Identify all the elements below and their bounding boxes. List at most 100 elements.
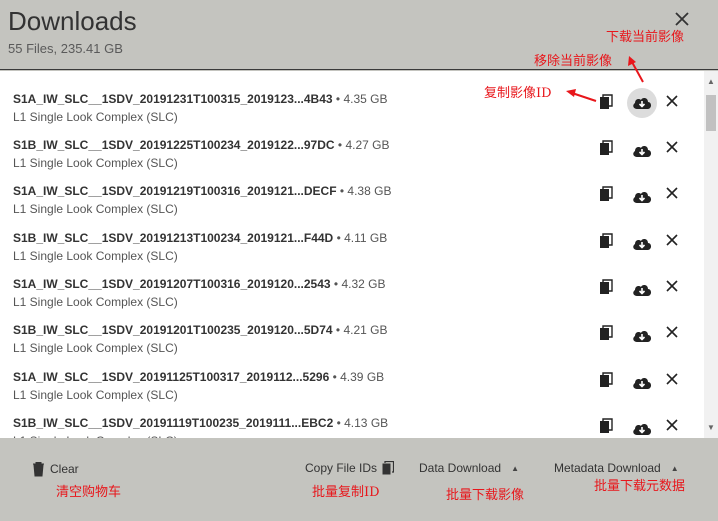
cloud-download-icon — [633, 284, 652, 296]
file-size: • 4.13 GB — [336, 416, 389, 430]
list-scrollbar[interactable]: ▲ ▼ — [704, 71, 718, 438]
file-name: S1A_IW_SLC__1SDV_20191231T100315_2019123… — [13, 92, 388, 106]
file-size: • 4.32 GB — [333, 277, 386, 291]
scroll-down-arrow-icon[interactable]: ▼ — [704, 423, 718, 433]
cloud-download-icon — [633, 330, 652, 342]
download-file-button[interactable] — [629, 370, 655, 396]
file-type: L1 Single Look Complex (SLC) — [13, 341, 178, 355]
cloud-download-icon — [633, 377, 652, 389]
close-icon — [666, 95, 678, 107]
close-icon — [666, 187, 678, 199]
file-list: S1A_IW_SLC__1SDV_20191231T100315_2019123… — [0, 71, 718, 438]
cloud-download-icon — [633, 423, 652, 435]
file-name: S1B_IW_SLC__1SDV_20191201T100235_2019120… — [13, 323, 388, 337]
download-file-button[interactable] — [629, 323, 655, 349]
scroll-thumb[interactable] — [706, 95, 716, 131]
remove-file-button[interactable] — [665, 279, 683, 297]
close-icon — [666, 141, 678, 153]
cloud-download-icon — [633, 238, 652, 250]
copy-file-id-button[interactable] — [599, 186, 617, 204]
file-row: S1A_IW_SLC__1SDV_20191231T100315_2019123… — [0, 88, 704, 138]
file-row: S1B_IW_SLC__1SDV_20191225T100234_2019122… — [0, 138, 704, 184]
copy-file-id-button[interactable] — [599, 279, 617, 297]
file-name: S1B_IW_SLC__1SDV_20191119T100235_2019111… — [13, 416, 389, 430]
file-row: S1A_IW_SLC__1SDV_20191207T100316_2019120… — [0, 277, 704, 323]
file-row: S1B_IW_SLC__1SDV_20191201T100235_2019120… — [0, 323, 704, 369]
remove-file-button[interactable] — [665, 418, 683, 436]
file-type: L1 Single Look Complex (SLC) — [13, 249, 178, 263]
annotation-batch-download: 批量下载影像 — [446, 488, 525, 503]
file-name: S1B_IW_SLC__1SDV_20191213T100234_2019121… — [13, 231, 388, 245]
data-download-label: Data Download — [419, 461, 502, 475]
close-icon — [666, 326, 678, 338]
copy-icon — [600, 325, 613, 340]
download-file-button[interactable] — [629, 231, 655, 257]
annotation-batch-copy: 批量复制ID — [312, 485, 380, 500]
copy-icon — [600, 372, 613, 387]
file-type: L1 Single Look Complex (SLC) — [13, 156, 178, 170]
scroll-up-arrow-icon[interactable]: ▲ — [704, 77, 718, 87]
remove-file-button[interactable] — [665, 372, 683, 390]
remove-file-button[interactable] — [665, 94, 683, 112]
remove-file-button[interactable] — [665, 186, 683, 204]
copy-icon — [600, 94, 613, 109]
copy-file-ids-button[interactable]: Copy File IDs — [305, 461, 395, 475]
close-icon — [675, 12, 689, 26]
download-file-button[interactable] — [629, 184, 655, 210]
file-type: L1 Single Look Complex (SLC) — [13, 295, 178, 309]
copy-file-id-button[interactable] — [599, 94, 617, 112]
caret-up-icon: ▲ — [670, 463, 679, 473]
cloud-download-icon — [633, 145, 652, 157]
file-row: S1B_IW_SLC__1SDV_20191119T100235_2019111… — [0, 416, 704, 438]
download-file-button[interactable] — [629, 277, 655, 303]
copy-file-id-button[interactable] — [599, 372, 617, 390]
cloud-download-icon — [633, 97, 652, 109]
close-icon — [666, 373, 678, 385]
copy-icon — [600, 233, 613, 248]
metadata-download-label: Metadata Download — [554, 461, 661, 475]
file-size: • 4.21 GB — [335, 323, 388, 337]
annotation-remove-current: 移除当前影像 — [534, 54, 613, 69]
remove-file-button[interactable] — [665, 233, 683, 251]
download-file-button[interactable] — [629, 416, 655, 438]
copy-file-id-button[interactable] — [599, 325, 617, 343]
annotation-clear-cart: 清空购物车 — [56, 485, 122, 500]
file-size: • 4.11 GB — [336, 231, 388, 245]
file-size: • 4.27 GB — [337, 138, 390, 152]
file-size: • 4.39 GB — [332, 370, 385, 384]
copy-icon — [600, 140, 613, 155]
remove-file-button[interactable] — [665, 325, 683, 343]
close-icon — [666, 234, 678, 246]
download-file-button[interactable] — [627, 88, 657, 118]
copy-icon — [600, 186, 613, 201]
file-type: L1 Single Look Complex (SLC) — [13, 388, 178, 402]
file-name: S1A_IW_SLC__1SDV_20191219T100316_2019121… — [13, 184, 392, 198]
copy-icon — [600, 279, 613, 294]
file-summary: 55 Files, 235.41 GB — [8, 41, 123, 56]
close-icon — [666, 280, 678, 292]
file-row: S1A_IW_SLC__1SDV_20191125T100317_2019112… — [0, 370, 704, 416]
annotation-copy-id: 复制影像ID — [484, 86, 552, 101]
copy-file-id-button[interactable] — [599, 418, 617, 436]
data-download-button[interactable]: Data Download ▲ — [419, 461, 519, 475]
caret-up-icon: ▲ — [511, 463, 519, 473]
copy-file-id-button[interactable] — [599, 140, 617, 158]
annotation-batch-metadata: 批量下载元数据 — [594, 479, 686, 494]
page-title: Downloads — [8, 6, 137, 36]
file-row: S1B_IW_SLC__1SDV_20191213T100234_2019121… — [0, 231, 704, 277]
file-size: • 4.35 GB — [335, 92, 388, 106]
remove-file-button[interactable] — [665, 140, 683, 158]
file-type: L1 Single Look Complex (SLC) — [13, 110, 178, 124]
file-type: L1 Single Look Complex (SLC) — [13, 202, 178, 216]
copy-file-id-button[interactable] — [599, 233, 617, 251]
file-name: S1A_IW_SLC__1SDV_20191125T100317_2019112… — [13, 370, 385, 384]
cloud-download-icon — [633, 191, 652, 203]
file-size: • 4.38 GB — [339, 184, 392, 198]
clear-label: Clear — [50, 462, 79, 476]
copy-icon — [600, 418, 613, 433]
metadata-download-button[interactable]: Metadata Download ▲ — [554, 461, 679, 475]
file-row: S1A_IW_SLC__1SDV_20191219T100316_2019121… — [0, 184, 704, 230]
download-file-button[interactable] — [629, 138, 655, 164]
clear-button[interactable]: Clear — [32, 461, 79, 477]
close-icon — [666, 419, 678, 431]
